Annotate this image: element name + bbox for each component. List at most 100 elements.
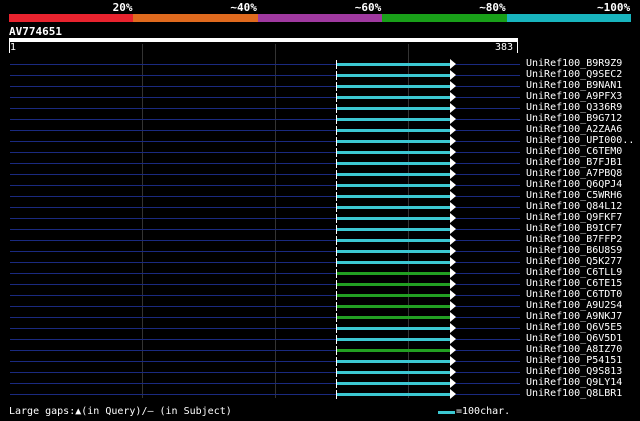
alignment-start-tick [336, 324, 337, 333]
alignment-start-tick [336, 379, 337, 388]
alignment-arrow-icon [450, 158, 456, 168]
hit-name-link[interactable]: UniRef100_C6TE15 [526, 278, 638, 289]
hit-name-link[interactable]: UniRef100_C6TLL9 [526, 267, 638, 278]
alignment-arrow-icon [450, 180, 456, 190]
large-gaps-note: Large gaps:▲(in Query)/— (in Subject) [9, 406, 232, 417]
alignment-bar[interactable] [336, 360, 450, 363]
alignment-bar[interactable] [336, 283, 450, 286]
hit-name-link[interactable]: UniRef100_A9NKJ7 [526, 311, 638, 322]
alignment-bar[interactable] [336, 151, 450, 154]
alignment-arrow-icon [450, 378, 456, 388]
alignment-arrow-icon [450, 70, 456, 80]
alignment-bar[interactable] [336, 294, 450, 297]
hit-name-link[interactable]: UniRef100_Q6QPJ4 [526, 179, 638, 190]
alignment-start-tick [336, 214, 337, 223]
hit-name-link[interactable]: UniRef100_A9U2S4 [526, 300, 638, 311]
ruler-end-tick [517, 42, 518, 53]
hit-name-link[interactable]: UniRef100_Q9SEC2 [526, 69, 638, 80]
alignment-bar[interactable] [336, 129, 450, 132]
alignment-start-tick [336, 280, 337, 289]
alignment-arrow-icon [450, 59, 456, 69]
legend-segment [382, 14, 507, 22]
hit-name-link[interactable]: UniRef100_Q9S813 [526, 366, 638, 377]
legend-segment [506, 14, 631, 22]
alignment-bar[interactable] [336, 107, 450, 110]
hit-name-link[interactable]: UniRef100_P54151 [526, 355, 638, 366]
alignment-start-tick [336, 313, 337, 322]
hit-name-link[interactable]: UniRef100_Q6V5E5 [526, 322, 638, 333]
hit-name-link[interactable]: UniRef100_B9R9Z9 [526, 58, 638, 69]
alignment-bar[interactable] [336, 118, 450, 121]
alignment-start-tick [336, 335, 337, 344]
alignment-bar[interactable] [336, 382, 450, 385]
hit-name-link[interactable]: UniRef100_B6U8S9 [526, 245, 638, 256]
alignment-bar[interactable] [336, 349, 450, 352]
alignment-bar[interactable] [336, 327, 450, 330]
hit-name-link[interactable]: UniRef100_A7PBQ8 [526, 168, 638, 179]
alignment-arrow-icon [450, 356, 456, 366]
hit-name-link[interactable]: UniRef100_A2ZAA6 [526, 124, 638, 135]
alignment-bar[interactable] [336, 228, 450, 231]
alignment-arrow-icon [450, 114, 456, 124]
alignment-arrow-icon [450, 246, 456, 256]
alignment-start-tick [336, 170, 337, 179]
alignment-start-tick [336, 159, 337, 168]
alignment-start-tick [336, 390, 337, 399]
hit-name-link[interactable]: UniRef100_C5WRH6 [526, 190, 638, 201]
hit-name-link[interactable]: UniRef100_C6TDT0 [526, 289, 638, 300]
alignment-bar[interactable] [336, 261, 450, 264]
alignment-bar[interactable] [336, 96, 450, 99]
hit-name-link[interactable]: UniRef100_B7FFP2 [526, 234, 638, 245]
alignment-arrow-icon [450, 213, 456, 223]
alignment-bar[interactable] [336, 217, 450, 220]
alignment-bar[interactable] [336, 206, 450, 209]
legend-label: ~40% [230, 1, 257, 14]
alignment-start-tick [336, 291, 337, 300]
alignment-bar[interactable] [336, 239, 450, 242]
alignment-bar[interactable] [336, 85, 450, 88]
query-id: AV774651 [9, 25, 62, 38]
hit-name-link[interactable]: UniRef100_C6TEM0 [526, 146, 638, 157]
ruler-end-label: 383 [495, 42, 514, 53]
alignment-bar[interactable] [336, 393, 450, 396]
hit-name-link[interactable]: UniRef100_Q9LY14 [526, 377, 638, 388]
alignment-start-tick [336, 181, 337, 190]
alignment-bar[interactable] [336, 74, 450, 77]
alignment-bar[interactable] [336, 338, 450, 341]
hit-name-link[interactable]: UniRef100_Q6V5D1 [526, 333, 638, 344]
hit-name-link[interactable]: UniRef100_B9NAN1 [526, 80, 638, 91]
alignment-arrow-icon [450, 323, 456, 333]
hit-name-link[interactable]: UniRef100_Q9FKF7 [526, 212, 638, 223]
alignment-bar[interactable] [336, 195, 450, 198]
hit-name-link[interactable]: UniRef100_Q8LBR1 [526, 388, 638, 399]
alignment-start-tick [336, 82, 337, 91]
hit-name-link[interactable]: UniRef100_Q5K277 [526, 256, 638, 267]
hit-name-link[interactable]: UniRef100_B9ICF7 [526, 223, 638, 234]
alignment-bar[interactable] [336, 305, 450, 308]
hit-name-link[interactable]: UniRef100_B7FJB1 [526, 157, 638, 168]
legend-segment [257, 14, 383, 22]
alignment-arrow-icon [450, 290, 456, 300]
alignment-start-tick [336, 258, 337, 267]
hit-name-link[interactable]: UniRef100_B9G712 [526, 113, 638, 124]
alignment-bar[interactable] [336, 173, 450, 176]
alignment-start-tick [336, 93, 337, 102]
alignment-start-tick [336, 302, 337, 311]
alignment-bar[interactable] [336, 140, 450, 143]
alignment-arrow-icon [450, 224, 456, 234]
hit-name-link[interactable]: UniRef100_Q336R9 [526, 102, 638, 113]
alignment-bar[interactable] [336, 316, 450, 319]
alignment-bar[interactable] [336, 272, 450, 275]
alignment-bar[interactable] [336, 184, 450, 187]
hit-name-link[interactable]: UniRef100_UPI000.. [526, 135, 638, 146]
alignment-bar[interactable] [336, 162, 450, 165]
alignment-arrow-icon [450, 334, 456, 344]
alignment-bar[interactable] [336, 63, 450, 66]
alignment-bar[interactable] [336, 371, 450, 374]
alignment-start-tick [336, 71, 337, 80]
alignment-start-tick [336, 203, 337, 212]
hit-name-link[interactable]: UniRef100_Q84L12 [526, 201, 638, 212]
alignment-bar[interactable] [336, 250, 450, 253]
hit-name-link[interactable]: UniRef100_A8IZ70 [526, 344, 638, 355]
hit-name-link[interactable]: UniRef100_A9PFX3 [526, 91, 638, 102]
